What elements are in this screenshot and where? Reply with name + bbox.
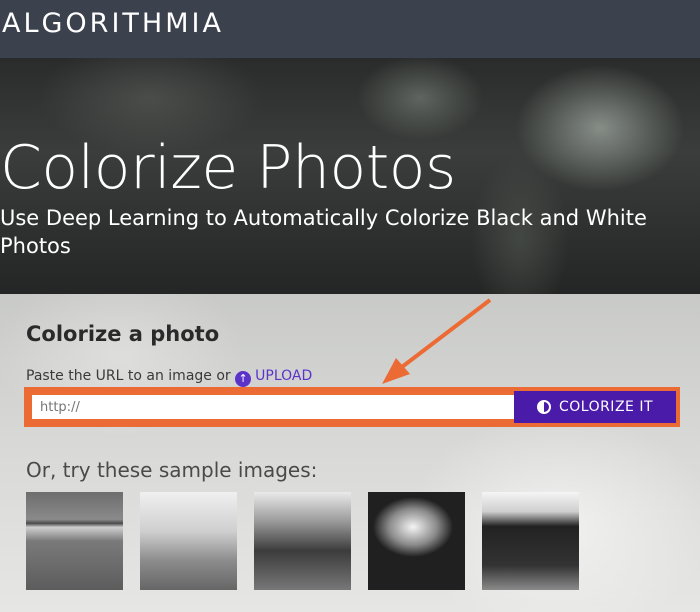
form-title: Colorize a photo [26, 322, 220, 346]
sample-image-cows[interactable] [482, 492, 579, 590]
url-input-highlight: COLORIZE IT [24, 387, 680, 427]
paste-instructions: Paste the URL to an image or ↑ UPLOAD [26, 368, 312, 387]
paste-text: Paste the URL to an image or [26, 368, 231, 384]
hero-banner: Colorize Photos Use Deep Learning to Aut… [0, 58, 700, 294]
upload-label: UPLOAD [255, 368, 313, 384]
samples-title: Or, try these sample images: [26, 458, 318, 482]
sample-images-row [26, 492, 579, 590]
top-nav-bar: ALGORITHMIA [0, 0, 700, 58]
sample-image-race-car[interactable] [140, 492, 237, 590]
sample-image-people[interactable] [368, 492, 465, 590]
colorize-button[interactable]: COLORIZE IT [514, 391, 676, 423]
sample-image-beach-bird[interactable] [26, 492, 123, 590]
upload-link[interactable]: ↑ UPLOAD [235, 368, 313, 387]
contrast-icon [536, 400, 551, 414]
page-subtitle: Use Deep Learning to Automatically Color… [0, 206, 647, 258]
colorize-panel: Colorize a photo Paste the URL to an ima… [0, 294, 700, 612]
sample-image-mountain[interactable] [254, 492, 351, 590]
url-input[interactable] [32, 395, 514, 419]
algorithmia-logo[interactable]: ALGORITHMIA [2, 8, 224, 39]
upload-arrow-icon: ↑ [235, 371, 252, 387]
page-title: Colorize Photos [0, 133, 456, 203]
colorize-button-label: COLORIZE IT [558, 399, 654, 415]
